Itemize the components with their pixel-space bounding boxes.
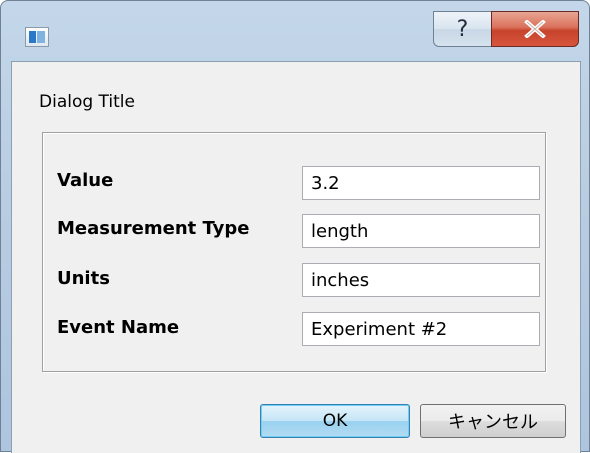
dialog-window: ? Dialog Title Value Measurement Type Un… <box>0 0 590 453</box>
measurement-type-field[interactable] <box>302 214 540 248</box>
close-button[interactable] <box>491 11 579 47</box>
help-question-icon: ? <box>456 16 469 42</box>
ok-button[interactable]: OK <box>260 404 410 438</box>
value-label: Value <box>57 170 114 191</box>
measurement-type-label: Measurement Type <box>57 218 250 239</box>
units-field[interactable] <box>302 263 540 297</box>
value-field[interactable] <box>302 166 540 200</box>
event-name-field[interactable] <box>302 312 540 346</box>
help-button[interactable]: ? <box>433 11 491 47</box>
close-x-icon <box>524 20 546 38</box>
app-window-icon <box>25 27 49 47</box>
dialog-client-area: Dialog Title Value Measurement Type Unit… <box>11 61 581 453</box>
units-label: Units <box>57 268 110 289</box>
title-bar[interactable]: ? <box>1 1 589 59</box>
cancel-button[interactable]: キャンセル <box>420 404 566 438</box>
dialog-title: Dialog Title <box>39 92 135 112</box>
event-name-label: Event Name <box>57 317 180 338</box>
